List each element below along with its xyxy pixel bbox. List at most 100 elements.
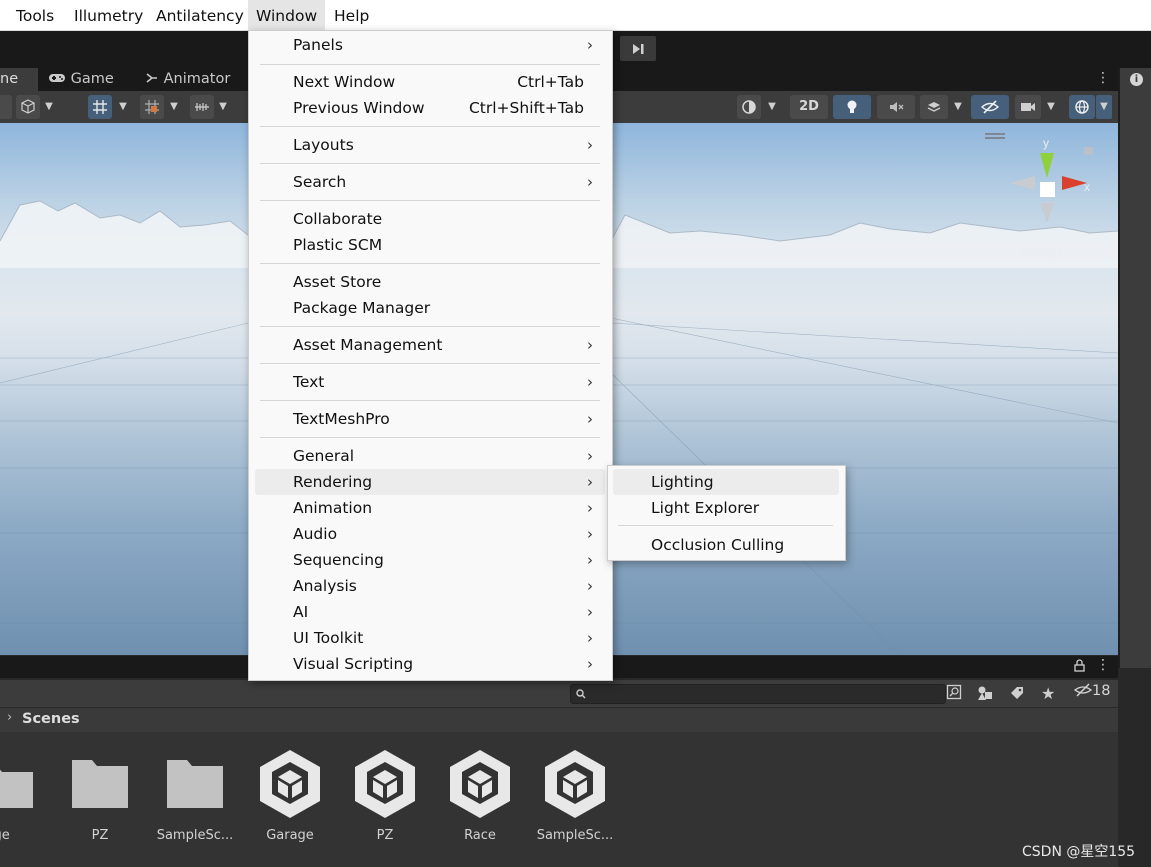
chevron-right-icon: ›: [587, 629, 593, 647]
increment-snap-button[interactable]: [140, 95, 164, 119]
menu-item-textmeshpro[interactable]: TextMeshPro ›: [255, 406, 605, 432]
menu-item-search[interactable]: Search ›: [255, 169, 605, 195]
chevron-down-icon[interactable]: ▼: [764, 95, 780, 119]
grid-snap-button[interactable]: [88, 95, 112, 119]
filter-by-type-icon[interactable]: [976, 684, 994, 706]
eye-hidden-icon: [1073, 683, 1093, 697]
menu-tools[interactable]: Tools: [8, 0, 62, 30]
asset-scene-samplescene[interactable]: SampleSc...: [520, 732, 630, 867]
chevron-down-icon[interactable]: ▼: [1043, 95, 1059, 119]
asset-scene-garage[interactable]: Garage: [235, 732, 345, 867]
asset-label: Race: [464, 828, 496, 843]
unity-scene-icon: [260, 750, 320, 818]
chevron-down-icon[interactable]: ▼: [115, 95, 131, 119]
menu-item-label: Collaborate: [293, 210, 383, 228]
menu-item-layouts[interactable]: Layouts ›: [255, 132, 605, 158]
menu-separator: [260, 200, 600, 201]
toggle-2d-button[interactable]: 2D: [790, 95, 828, 119]
search-scope-icon[interactable]: [946, 684, 964, 702]
tab-animator-label: Animator: [163, 71, 231, 87]
kebab-menu-icon[interactable]: ⋮: [1096, 70, 1110, 90]
search-input[interactable]: [570, 684, 946, 704]
asset-label: SampleSc...: [156, 828, 234, 843]
menu-item-label: Next Window: [293, 73, 396, 91]
breadcrumb-scenes[interactable]: Scenes: [22, 711, 80, 727]
menu-item-occlusion-culling[interactable]: Occlusion Culling: [613, 532, 839, 558]
menu-item-animation[interactable]: Animation ›: [255, 495, 605, 521]
chevron-right-icon: ›: [587, 447, 593, 465]
ruler-icon: [195, 103, 209, 111]
ruler-button[interactable]: [190, 95, 214, 119]
asset-folder-samplescenes[interactable]: SampleSc...: [140, 732, 250, 867]
tag-icon[interactable]: [1009, 685, 1025, 705]
menu-item-label: General: [293, 447, 355, 465]
shading-button[interactable]: [737, 95, 761, 119]
menu-item-ui-toolkit[interactable]: UI Toolkit ›: [255, 625, 605, 651]
camera-button[interactable]: [1015, 95, 1041, 119]
menu-item-package-manager[interactable]: Package Manager: [255, 295, 605, 321]
asset-scene-race[interactable]: Race: [425, 732, 535, 867]
chevron-right-icon: ›: [587, 577, 593, 595]
star-icon[interactable]: ★: [1041, 684, 1055, 703]
asset-scene-pz[interactable]: PZ: [330, 732, 440, 867]
menu-item-text[interactable]: Text ›: [255, 369, 605, 395]
gizmos-button[interactable]: [1069, 95, 1095, 119]
menu-antilatency[interactable]: Antilatency: [148, 0, 252, 30]
menu-item-ai[interactable]: AI ›: [255, 599, 605, 625]
menu-item-asset-store[interactable]: Asset Store: [255, 269, 605, 295]
menu-item-label: TextMeshPro: [293, 410, 390, 428]
menu-item-collaborate[interactable]: Collaborate: [255, 206, 605, 232]
menu-item-asset-management[interactable]: Asset Management ›: [255, 332, 605, 358]
menu-illumetry[interactable]: Illumetry: [66, 0, 151, 30]
menu-item-label: Text: [293, 373, 325, 391]
menu-item-visual-scripting[interactable]: Visual Scripting ›: [255, 651, 605, 677]
menu-item-plastic-scm[interactable]: Plastic SCM: [255, 232, 605, 258]
step-button[interactable]: [620, 36, 656, 61]
menu-window[interactable]: Window: [248, 0, 326, 30]
scene-visibility-toggle[interactable]: [971, 95, 1009, 119]
asset-folder-pz[interactable]: PZ: [45, 732, 155, 867]
asset-folder-garage[interactable]: rage: [0, 732, 50, 867]
menu-item-label: Occlusion Culling: [651, 536, 785, 554]
tool-button[interactable]: [0, 95, 12, 119]
menu-item-analysis[interactable]: Analysis ›: [255, 573, 605, 599]
info-icon[interactable]: i: [1130, 73, 1143, 86]
chevron-down-icon[interactable]: ▼: [950, 95, 966, 119]
draw-mode-button[interactable]: [16, 95, 40, 119]
tab-game[interactable]: Game: [48, 68, 138, 91]
projection-label[interactable]: <Persp: [1018, 245, 1061, 260]
menu-item-sequencing[interactable]: Sequencing ›: [255, 547, 605, 573]
menu-item-lighting[interactable]: Lighting: [613, 469, 839, 495]
effects-button[interactable]: [920, 95, 948, 119]
menu-item-previous-window[interactable]: Previous Window Ctrl+Shift+Tab: [255, 95, 605, 121]
cube-icon: [21, 99, 35, 114]
menu-item-audio[interactable]: Audio ›: [255, 521, 605, 547]
menu-item-light-explorer[interactable]: Light Explorer: [613, 495, 839, 521]
menu-item-rendering[interactable]: Rendering ›: [255, 469, 605, 495]
menu-separator: [260, 363, 600, 364]
menu-item-label: Package Manager: [293, 299, 431, 317]
lock-icon[interactable]: [1074, 659, 1085, 676]
lighting-toggle[interactable]: [833, 95, 871, 119]
chevron-down-icon[interactable]: ▼: [41, 95, 57, 119]
hidden-packages-toggle[interactable]: 18: [1073, 683, 1110, 699]
chevron-down-icon[interactable]: ▼: [1096, 95, 1112, 119]
menu-item-label: Lighting: [651, 473, 714, 491]
chevron-right-icon: ›: [587, 36, 593, 54]
gizmo-x-label: x: [1084, 180, 1090, 194]
menu-item-panels[interactable]: Panels ›: [255, 32, 605, 58]
audio-toggle[interactable]: [877, 95, 915, 119]
menu-item-label: Animation: [293, 499, 373, 517]
menu-help[interactable]: Help: [326, 0, 377, 30]
menu-item-next-window[interactable]: Next Window Ctrl+Tab: [255, 69, 605, 95]
kebab-menu-icon[interactable]: ⋮: [1096, 657, 1110, 673]
chevron-down-icon[interactable]: ▼: [166, 95, 182, 119]
tab-scene[interactable]: ne: [0, 68, 38, 91]
chevron-right-icon: ›: [7, 710, 13, 725]
chevron-down-icon[interactable]: ▼: [215, 95, 231, 119]
chevron-right-icon: ›: [587, 373, 593, 391]
chevron-right-icon: ›: [587, 525, 593, 543]
unity-scene-icon: [450, 750, 510, 818]
menu-item-general[interactable]: General ›: [255, 443, 605, 469]
tab-animator[interactable]: Animator: [145, 68, 245, 91]
